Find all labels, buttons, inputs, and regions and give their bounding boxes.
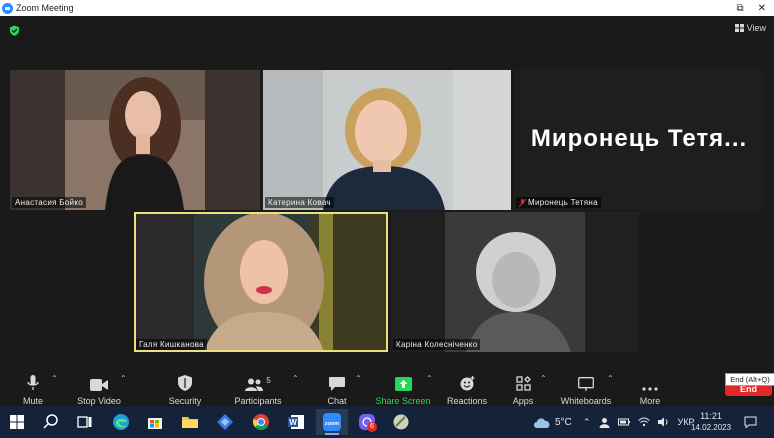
participant-video xyxy=(65,70,205,210)
participant-display-name: Миронець Тетя... xyxy=(530,125,748,152)
mute-label: Mute xyxy=(22,396,43,406)
video-tile-participant-3[interactable]: Миронець Тетя... Миронець Тетяна xyxy=(514,70,764,210)
stop-video-label: Stop Video xyxy=(77,396,121,406)
clock-date: 14.02.2023 xyxy=(691,423,732,432)
chat-label: Chat xyxy=(327,396,347,406)
view-label: View xyxy=(746,23,766,33)
close-icon[interactable]: ✕ xyxy=(758,3,766,14)
video-options-chevron-icon[interactable]: ⌃ xyxy=(120,374,127,383)
edge-browser-icon[interactable] xyxy=(112,413,130,431)
cloud-weather-icon xyxy=(534,417,550,428)
share-screen-icon xyxy=(394,377,412,391)
participant-video xyxy=(263,70,511,210)
participant-name-tag: Миронець Тетяна xyxy=(516,197,601,208)
security-label: Security xyxy=(168,396,202,406)
meeting-stage: View Анастасия Бойко Катерина Ковач Миро… xyxy=(0,16,774,368)
window-title: Zoom Meeting xyxy=(16,3,74,13)
apps-button[interactable]: Apps xyxy=(510,374,536,406)
participant-video xyxy=(445,212,585,352)
more-label: More xyxy=(639,396,661,406)
weather-temperature: 5°C xyxy=(555,416,572,428)
mute-button[interactable]: Mute xyxy=(18,374,48,406)
end-tooltip: End (Alt+Q) xyxy=(725,373,774,386)
zoom-taskbar-item[interactable]: zoom xyxy=(316,409,348,435)
restore-icon[interactable]: ⧉ xyxy=(736,3,743,14)
reactions-smiley-icon xyxy=(460,376,474,391)
share-screen-label: Share Screen xyxy=(375,396,431,406)
participant-name: Галя Кишканова xyxy=(136,339,207,350)
participant-name: Каріна Колесніченко xyxy=(393,339,481,350)
task-view-icon[interactable] xyxy=(76,413,94,431)
participants-icon xyxy=(245,378,264,391)
whiteboards-label: Whiteboards xyxy=(560,396,612,406)
participants-count: 5 xyxy=(266,376,271,385)
word-icon[interactable]: W xyxy=(287,413,305,431)
more-dots-icon xyxy=(642,387,658,391)
whiteboards-options-chevron-icon[interactable]: ⌃ xyxy=(607,374,614,383)
weather-widget[interactable]: 5°C xyxy=(533,406,572,438)
video-tile-participant-4[interactable]: Галя Кишканова xyxy=(134,212,388,352)
clock-time: 11:21 xyxy=(700,411,722,421)
video-tile-participant-1[interactable]: Анастасия Бойко xyxy=(10,70,260,210)
share-screen-button[interactable]: Share Screen xyxy=(375,374,431,406)
viber-unread-badge: 6 xyxy=(367,422,377,432)
chat-button[interactable]: Chat xyxy=(324,374,350,406)
file-explorer-icon[interactable] xyxy=(181,413,199,431)
reactions-label: Reactions xyxy=(446,396,488,406)
windows-start-icon[interactable] xyxy=(8,413,26,431)
zoom-app-icon: zoom xyxy=(323,413,341,431)
more-button[interactable]: More xyxy=(637,374,663,406)
stop-video-button[interactable]: Stop Video xyxy=(75,374,123,406)
system-tray-icons: ⌃ УКР xyxy=(583,406,695,438)
security-shield-icon xyxy=(178,375,192,391)
participant-name: Миронець Тетяна xyxy=(528,198,598,207)
participants-options-chevron-icon[interactable]: ⌃ xyxy=(292,374,299,383)
whiteboards-button[interactable]: Whiteboards xyxy=(561,374,611,406)
meeting-toolbar: Mute ⌃ Stop Video ⌃ Security 5 Participa… xyxy=(0,368,774,406)
apps-icon xyxy=(515,376,531,391)
microphone-icon xyxy=(27,375,39,390)
pinned-app-icon[interactable] xyxy=(392,413,410,431)
tray-chevron-icon[interactable]: ⌃ xyxy=(583,417,591,428)
window-controls: ⧉ ✕ xyxy=(736,0,766,16)
window-titlebar: Zoom Meeting ⧉ ✕ xyxy=(0,0,774,16)
zoom-logo-icon xyxy=(2,2,13,14)
apps-options-chevron-icon[interactable]: ⌃ xyxy=(540,374,547,383)
clock[interactable]: 11:21 14.02.2023 xyxy=(691,410,731,434)
notifications-icon[interactable] xyxy=(744,416,757,428)
participant-name: Анастасия Бойко xyxy=(12,197,86,208)
battery-icon[interactable] xyxy=(617,417,630,427)
participant-name: Катерина Ковач xyxy=(265,197,334,208)
photos-app-icon[interactable] xyxy=(216,413,234,431)
user-icon[interactable] xyxy=(599,417,610,428)
participant-video xyxy=(134,212,388,352)
video-tile-participant-5[interactable]: Каріна Колесніченко xyxy=(391,212,639,352)
participants-label: Participants xyxy=(234,396,282,406)
view-button[interactable]: View xyxy=(734,23,766,33)
windows-taskbar: W zoom 6 5°C ⌃ УКР 11:21 14.02.2023 xyxy=(0,406,774,438)
security-button[interactable]: Security xyxy=(166,374,204,406)
chat-options-chevron-icon[interactable]: ⌃ xyxy=(355,374,362,383)
ms-store-icon[interactable] xyxy=(146,413,164,431)
wifi-icon[interactable] xyxy=(637,417,650,427)
encryption-shield-icon[interactable] xyxy=(9,25,20,36)
video-tile-participant-2[interactable]: Катерина Ковач xyxy=(263,70,511,210)
chrome-icon[interactable] xyxy=(252,413,270,431)
mute-options-chevron-icon[interactable]: ⌃ xyxy=(51,374,58,383)
participants-button[interactable]: 5 Participants xyxy=(233,374,283,406)
reactions-button[interactable]: Reactions xyxy=(447,374,487,406)
grid-view-icon xyxy=(734,24,744,32)
svg-text:zoom: zoom xyxy=(325,421,339,427)
share-options-chevron-icon[interactable]: ⌃ xyxy=(426,374,433,383)
muted-mic-icon xyxy=(519,198,526,207)
chat-bubble-icon xyxy=(329,377,345,391)
svg-text:W: W xyxy=(289,418,297,427)
apps-label: Apps xyxy=(512,396,534,406)
whiteboard-icon xyxy=(578,377,594,391)
video-camera-icon xyxy=(90,379,108,391)
volume-icon[interactable] xyxy=(657,417,670,427)
search-icon[interactable] xyxy=(42,413,60,431)
